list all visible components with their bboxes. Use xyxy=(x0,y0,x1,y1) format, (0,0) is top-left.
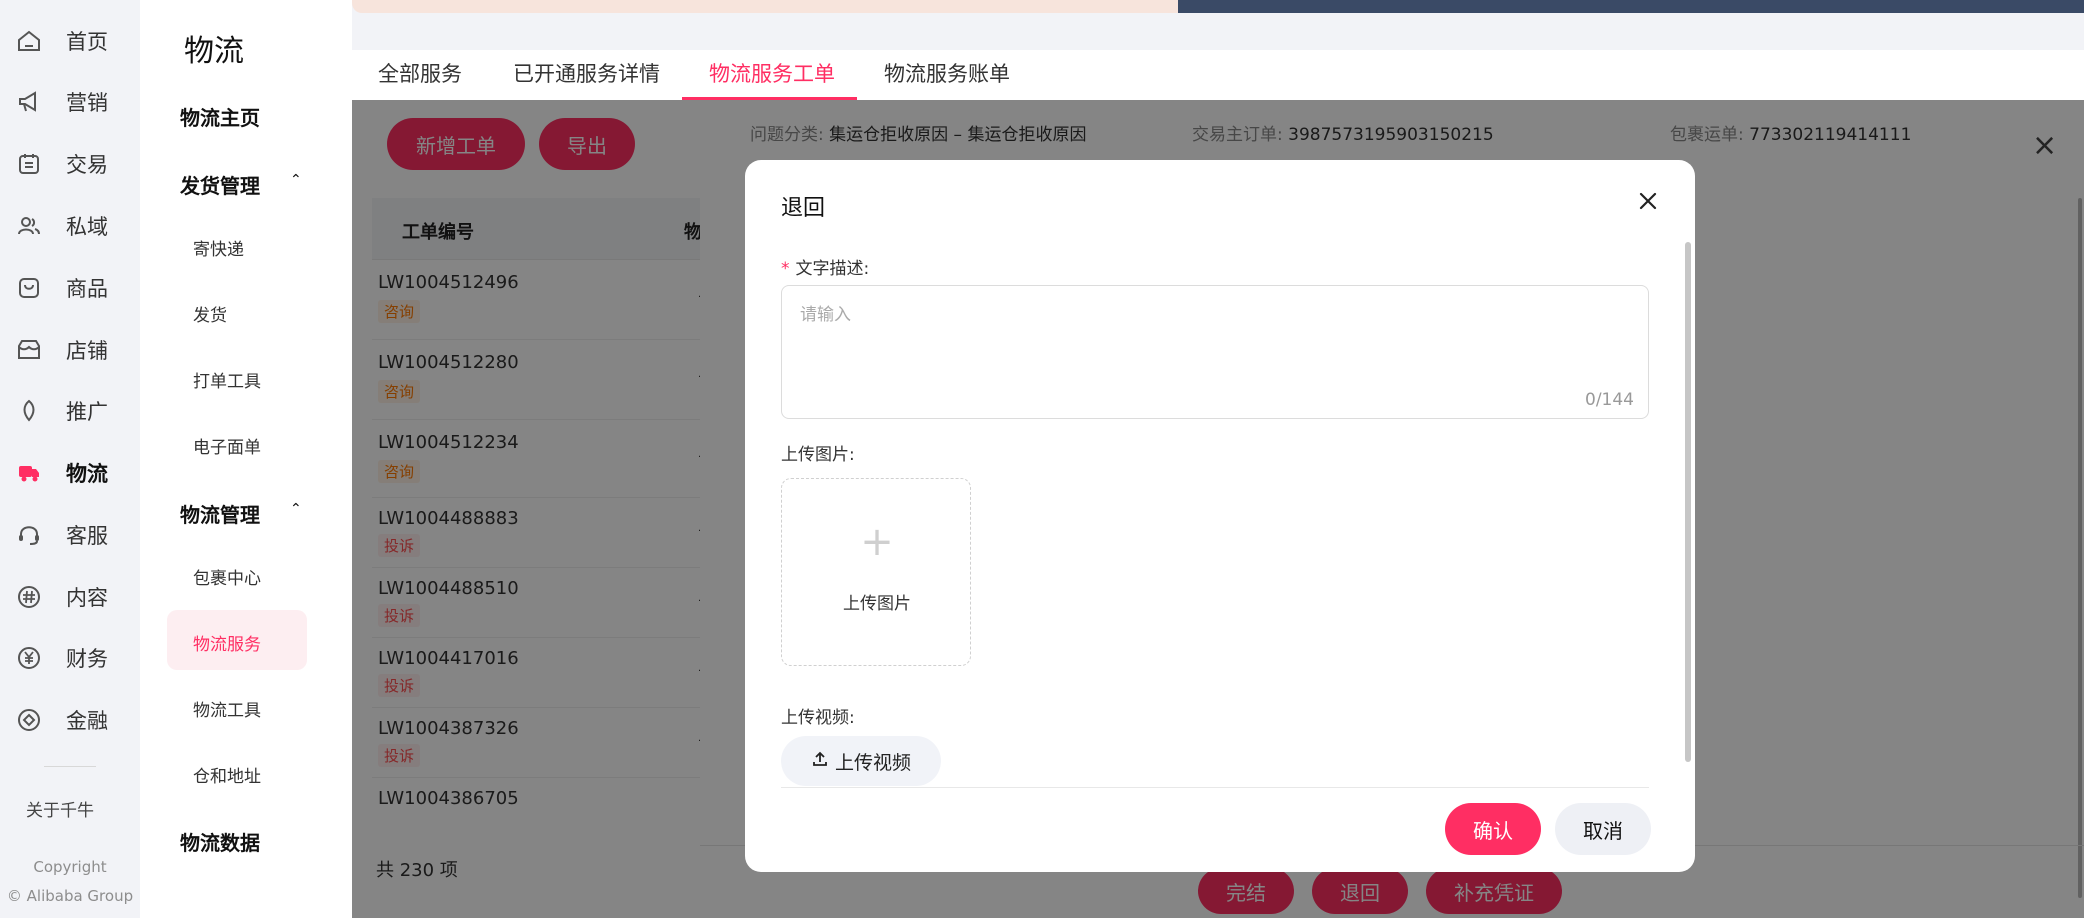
dialog-title: 退回 xyxy=(781,196,826,221)
sub-nav-home[interactable]: 物流主页 xyxy=(180,102,260,131)
sub-nav-item-package-center[interactable]: 包裹中心 xyxy=(193,564,261,589)
image-upload-label: 上传图片: xyxy=(781,445,855,465)
sub-nav-item-express[interactable]: 寄快递 xyxy=(193,235,244,260)
copyright-line: Copyright xyxy=(33,858,107,876)
chevron-up-icon[interactable]: ⌃ xyxy=(290,172,302,188)
close-icon[interactable] xyxy=(1633,186,1663,216)
copyright-org: © Alibaba Group xyxy=(6,887,134,905)
nav-label: 交易 xyxy=(66,153,108,177)
upload-video-label: 上传视频 xyxy=(834,751,911,774)
sub-nav-group-data[interactable]: 物流数据 xyxy=(180,827,260,856)
nav-label: 财务 xyxy=(66,647,108,671)
logistics-icon xyxy=(14,458,44,488)
tab-service-tickets[interactable]: 物流服务工单 xyxy=(709,58,835,88)
image-upload-box[interactable]: + 上传图片 xyxy=(781,478,971,666)
nav-item-store[interactable]: 店铺 xyxy=(14,330,108,370)
nav-label: 店铺 xyxy=(66,339,108,363)
return-dialog: 退回 * 文字描述: 请输入 0/144 上传图片: + 上传图片 上传视频: 上… xyxy=(745,160,1695,872)
cancel-button[interactable]: 取消 xyxy=(1555,803,1651,855)
hashtag-icon xyxy=(14,582,44,612)
nav-item-fintech[interactable]: 金融 xyxy=(14,700,108,740)
tab-all-services[interactable]: 全部服务 xyxy=(378,58,462,88)
sub-nav-group-shipping[interactable]: 发货管理 xyxy=(180,170,260,199)
dialog-footer-divider xyxy=(781,787,1649,788)
upload-icon xyxy=(811,750,829,773)
order-icon xyxy=(14,149,44,179)
description-textarea[interactable]: 请输入 0/144 xyxy=(781,285,1649,419)
sub-nav-item-logistics-service[interactable]: 物流服务 xyxy=(193,630,261,655)
nav-item-marketing[interactable]: 营销 xyxy=(14,82,108,122)
video-upload-label: 上传视频: xyxy=(781,708,855,728)
plus-icon: + xyxy=(860,519,894,565)
nav-label: 私域 xyxy=(66,215,108,239)
upload-video-button[interactable]: 上传视频 xyxy=(781,736,941,786)
sub-nav-item-ship[interactable]: 发货 xyxy=(193,301,227,326)
banner-right xyxy=(1178,0,2084,13)
sub-nav-item-logistics-tool[interactable]: 物流工具 xyxy=(193,696,261,721)
home-icon xyxy=(14,26,44,56)
main-nav: 首页 营销 交易 私域 商品 店铺 推广 物流 客服 内容 财务 金融 关于千牛… xyxy=(0,0,140,918)
tab-bar: 全部服务 已开通服务详情 物流服务工单 物流服务账单 xyxy=(352,50,2084,100)
headset-icon xyxy=(14,520,44,550)
store-icon xyxy=(14,335,44,365)
nav-item-service[interactable]: 客服 xyxy=(14,515,108,555)
nav-item-finance[interactable]: 财务 xyxy=(14,638,108,678)
sub-nav-item-print-tool[interactable]: 打单工具 xyxy=(193,367,261,392)
chevron-up-icon[interactable]: ⌃ xyxy=(290,501,302,517)
description-label: * 文字描述: xyxy=(781,259,870,279)
nav-label: 首页 xyxy=(66,30,108,54)
sub-nav-title: 物流 xyxy=(184,34,244,69)
char-counter: 0/144 xyxy=(1585,390,1634,410)
nav-item-product[interactable]: 商品 xyxy=(14,268,108,308)
nav-item-trade[interactable]: 交易 xyxy=(14,144,108,184)
nav-label: 商品 xyxy=(66,277,108,301)
banner-left xyxy=(352,0,1178,13)
tab-service-bills[interactable]: 物流服务账单 xyxy=(884,58,1010,88)
tab-opened-services[interactable]: 已开通服务详情 xyxy=(513,58,660,88)
nav-item-promote[interactable]: 推广 xyxy=(14,391,108,431)
about-link[interactable]: 关于千牛 xyxy=(26,796,94,821)
dialog-scrollbar[interactable] xyxy=(1685,242,1691,762)
confirm-button[interactable]: 确认 xyxy=(1445,803,1541,855)
nav-label: 客服 xyxy=(66,524,108,548)
image-upload-text: 上传图片 xyxy=(843,594,911,614)
description-placeholder: 请输入 xyxy=(800,305,851,325)
nav-divider xyxy=(44,766,96,767)
nav-item-logistics[interactable]: 物流 xyxy=(14,453,108,493)
finance-icon xyxy=(14,705,44,735)
megaphone-icon xyxy=(14,87,44,117)
nav-label: 金融 xyxy=(66,709,108,733)
yen-icon xyxy=(14,643,44,673)
promote-icon xyxy=(14,396,44,426)
nav-item-content[interactable]: 内容 xyxy=(14,577,108,617)
nav-label: 物流 xyxy=(66,462,108,486)
sub-nav-item-warehouse-address[interactable]: 仓和地址 xyxy=(193,762,261,787)
product-icon xyxy=(14,273,44,303)
sub-nav-item-waybill[interactable]: 电子面单 xyxy=(193,433,261,458)
sub-nav-group-logistics[interactable]: 物流管理 xyxy=(180,499,260,528)
nav-item-private[interactable]: 私域 xyxy=(14,206,108,246)
nav-label: 内容 xyxy=(66,586,108,610)
sub-nav: 物流 物流主页 发货管理 ⌃ 寄快递 发货 打单工具 电子面单 物流管理 ⌃ 包… xyxy=(140,0,352,918)
nav-label: 推广 xyxy=(66,400,108,424)
users-icon xyxy=(14,211,44,241)
nav-label: 营销 xyxy=(66,91,108,115)
nav-item-home[interactable]: 首页 xyxy=(14,21,108,61)
